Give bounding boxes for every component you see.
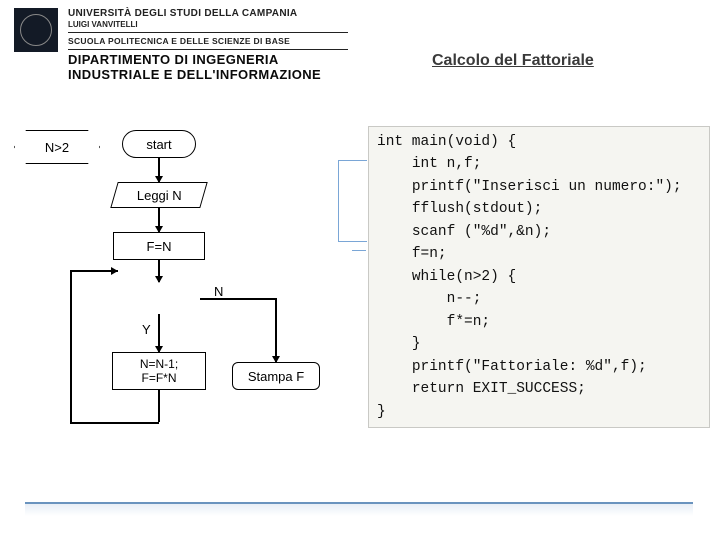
code-line: int main(void) {: [377, 134, 516, 150]
decision-label-yes: Y: [142, 322, 151, 337]
department-line1: DIPARTIMENTO DI INGEGNERIA: [68, 53, 348, 67]
code-line: int n,f;: [377, 156, 481, 172]
university-subtitle: LUIGI VANVITELLI: [68, 20, 348, 29]
divider-line: [68, 32, 348, 33]
code-line: scanf ("%d",&n);: [377, 224, 551, 240]
flowchart-decision: N>2: [14, 130, 98, 162]
flowchart-read: Leggi N: [110, 182, 207, 208]
arrow-icon: [111, 267, 118, 275]
footer-bar: [25, 502, 693, 516]
department-line2: INDUSTRIALE E DELL'INFORMAZIONE: [68, 68, 348, 82]
slide-title: Calcolo del Fattoriale: [432, 52, 594, 70]
node-label: N>2: [45, 140, 69, 155]
code-line: printf("Inserisci un numero:");: [377, 179, 682, 195]
flowchart-update: N=N-1; F=F*N: [112, 352, 206, 390]
code-line: n--;: [377, 291, 481, 307]
node-label: N=N-1;: [140, 357, 178, 371]
flowchart-init: F=N: [113, 232, 205, 260]
node-label: Stampa F: [248, 369, 304, 384]
header-text: UNIVERSITÀ DEGLI STUDI DELLA CAMPANIA LU…: [68, 8, 348, 82]
decision-label-no: N: [214, 284, 223, 299]
code-line: f*=n;: [377, 314, 490, 330]
code-line: return EXIT_SUCCESS;: [377, 381, 586, 397]
code-line: fflush(stdout);: [377, 201, 542, 217]
flow-line: [200, 298, 275, 300]
node-label: start: [146, 137, 171, 152]
flowchart-start: start: [122, 130, 196, 158]
arrow-icon: [155, 276, 163, 283]
flowchart-print: Stampa F: [232, 362, 320, 390]
flow-line: [70, 270, 72, 423]
slide-header: UNIVERSITÀ DEGLI STUDI DELLA CAMPANIA LU…: [14, 8, 348, 82]
flow-line: [275, 298, 277, 362]
code-line: }: [377, 336, 421, 352]
connector-bracket: [352, 250, 366, 251]
code-line: f=n;: [377, 246, 447, 262]
node-label: F=N: [147, 239, 172, 254]
code-line: }: [377, 404, 386, 420]
flow-line: [158, 388, 160, 422]
divider-line: [68, 49, 348, 50]
flowchart: start Leggi N F=N N>2 N=N-1; F=F*N Stamp…: [14, 130, 334, 510]
node-label: Leggi N: [137, 188, 182, 203]
school-name: SCUOLA POLITECNICA E DELLE SCIENZE DI BA…: [68, 37, 348, 47]
code-line: printf("Fattoriale: %d",f);: [377, 359, 647, 375]
connector-bracket: [338, 160, 367, 242]
flow-line: [70, 422, 159, 424]
node-label: F=F*N: [140, 371, 178, 385]
code-block: int main(void) { int n,f; printf("Inseri…: [368, 126, 710, 428]
university-logo: [14, 8, 58, 52]
code-line: while(n>2) {: [377, 269, 516, 285]
university-name: UNIVERSITÀ DEGLI STUDI DELLA CAMPANIA: [68, 8, 348, 20]
